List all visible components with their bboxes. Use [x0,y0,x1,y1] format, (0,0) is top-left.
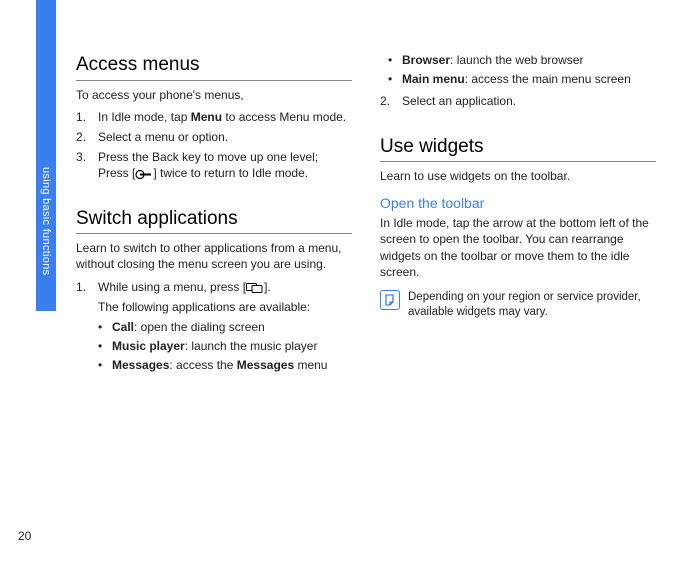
bold: Music player [112,339,185,353]
switch-step-1: While using a menu, press []. The follow… [76,279,352,374]
bold: Menu [191,110,222,124]
access-step-1: In Idle mode, tap Menu to access Menu mo… [76,109,352,125]
side-tab-label-wrap: using basic functions [36,161,56,311]
page-number: 20 [18,529,31,543]
text: Select an application. [402,94,516,108]
list-item: Music player: launch the music player [98,338,352,354]
text: : access the [169,358,236,372]
bold: Browser [402,53,450,67]
content-area: Access menus To access your phone's menu… [76,52,656,384]
bold: Messages [237,358,294,372]
text: While using a menu, press [ [98,280,246,294]
access-step-3: Press the Back key to move up one level;… [76,149,352,181]
text: menu [294,358,327,372]
right-column: Browser: launch the web browser Main men… [380,52,656,384]
rule [380,161,656,162]
heading-open-toolbar: Open the toolbar [380,194,656,213]
apps-list-right: Browser: launch the web browser Main men… [388,52,656,87]
side-tab-top [36,0,56,161]
text: ] twice to return to Idle mode. [153,166,308,180]
list-item: Messages: access the Messages menu [98,357,352,373]
bold: Messages [112,358,169,372]
switch-subtext: The following applications are available… [98,299,352,315]
toolbar-body: In Idle mode, tap the arrow at the botto… [380,215,656,280]
access-step-2: Select a menu or option. [76,129,352,145]
access-steps: In Idle mode, tap Menu to access Menu mo… [76,109,352,182]
switch-intro: Learn to switch to other applications fr… [76,240,352,272]
text: : open the dialing screen [134,320,265,334]
text: : access the main menu screen [465,72,631,86]
switch-steps-cont: Select an application. [380,93,656,109]
list-item: Main menu: access the main menu screen [388,71,656,87]
rule [76,233,352,234]
access-intro: To access your phone's menus, [76,87,352,103]
left-column: Access menus To access your phone's menu… [76,52,352,384]
switch-steps: While using a menu, press []. The follow… [76,279,352,374]
bold: Main menu [402,72,465,86]
list-item: Call: open the dialing screen [98,319,352,335]
text: ]. [264,280,271,294]
apps-list-left: Call: open the dialing screen Music play… [98,319,352,374]
text: Select a menu or option. [98,130,228,144]
text: : launch the web browser [450,53,583,67]
end-key-icon [135,169,153,180]
heading-use-widgets: Use widgets [380,134,656,160]
text: In Idle mode, tap [98,110,191,124]
heading-switch-apps: Switch applications [76,206,352,232]
rule [76,80,352,81]
text: : launch the music player [185,339,318,353]
heading-access-menus: Access menus [76,52,352,78]
note-text: Depending on your region or service prov… [408,290,656,320]
switch-step-2: Select an application. [380,93,656,109]
list-item: Browser: launch the web browser [388,52,656,68]
side-tab: using basic functions [36,0,56,561]
note-icon [380,290,400,310]
text: to access Menu mode. [222,110,346,124]
app-switch-icon [246,282,264,293]
side-tab-label: using basic functions [40,161,52,275]
bold: Call [112,320,134,334]
note-box: Depending on your region or service prov… [380,290,656,320]
widgets-intro: Learn to use widgets on the toolbar. [380,168,656,184]
